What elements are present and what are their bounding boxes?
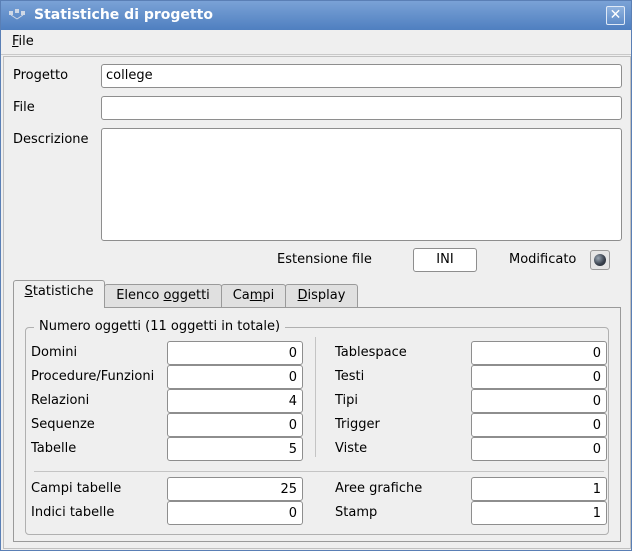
title-bar[interactable]: Statistiche di progetto ✕ <box>1 1 631 30</box>
column-separator <box>315 337 316 457</box>
client-area: Progetto college File Descrizione Estens… <box>3 56 631 549</box>
procedure-label: Procedure/Funzioni <box>31 369 155 384</box>
descrizione-label: Descrizione <box>13 132 89 147</box>
progetto-field[interactable]: college <box>101 64 622 88</box>
tab-statistiche[interactable]: Statistiche <box>13 280 105 308</box>
progetto-label: Progetto <box>13 68 69 83</box>
estensione-label: Estensione file <box>277 252 372 267</box>
statistics-window: Statistiche di progetto ✕ File Progetto … <box>0 0 632 551</box>
indici-tabelle-value: 0 <box>167 501 303 525</box>
modificato-label: Modificato <box>509 252 577 267</box>
testi-label: Testi <box>335 369 365 384</box>
tab-elenco-oggetti[interactable]: Elenco oggetti <box>104 284 222 308</box>
campi-tabelle-label: Campi tabelle <box>31 481 122 496</box>
aree-grafiche-value: 1 <box>471 477 607 501</box>
procedure-value: 0 <box>167 365 303 389</box>
viste-label: Viste <box>335 441 368 456</box>
tipi-label: Tipi <box>335 393 359 408</box>
tab-campi[interactable]: Campi <box>221 284 286 308</box>
modified-indicator-icon <box>590 250 610 270</box>
descrizione-field[interactable] <box>101 128 622 241</box>
close-icon[interactable]: ✕ <box>606 6 625 25</box>
tipi-value: 0 <box>471 389 607 413</box>
tab-display[interactable]: Display <box>285 284 358 308</box>
domini-value: 0 <box>167 341 303 365</box>
relazioni-label: Relazioni <box>31 393 90 408</box>
campi-tabelle-value: 25 <box>167 477 303 501</box>
window-title: Statistiche di progetto <box>34 7 213 23</box>
stamp-label: Stamp <box>335 505 378 520</box>
app-icon <box>9 9 25 20</box>
section-separator <box>34 471 604 472</box>
tabelle-value: 5 <box>167 437 303 461</box>
viste-value: 0 <box>471 437 607 461</box>
domini-label: Domini <box>31 345 78 360</box>
trigger-label: Trigger <box>335 417 380 432</box>
testi-value: 0 <box>471 365 607 389</box>
tablespace-label: Tablespace <box>335 345 407 360</box>
tablespace-value: 0 <box>471 341 607 365</box>
group-title: Numero oggetti (11 oggetti in totale) <box>34 319 286 334</box>
file-field[interactable] <box>101 96 622 120</box>
sequenze-label: Sequenze <box>31 417 95 432</box>
estensione-field[interactable]: INI <box>413 248 477 272</box>
stamp-value: 1 <box>471 501 607 525</box>
aree-grafiche-label: Aree grafiche <box>335 481 423 496</box>
relazioni-value: 4 <box>167 389 303 413</box>
menu-bar: File <box>1 30 631 55</box>
indici-tabelle-label: Indici tabelle <box>31 505 115 520</box>
sequenze-value: 0 <box>167 413 303 437</box>
menu-file[interactable]: File <box>12 34 34 49</box>
trigger-value: 0 <box>471 413 607 437</box>
tabelle-label: Tabelle <box>31 441 77 456</box>
file-label: File <box>13 100 35 115</box>
